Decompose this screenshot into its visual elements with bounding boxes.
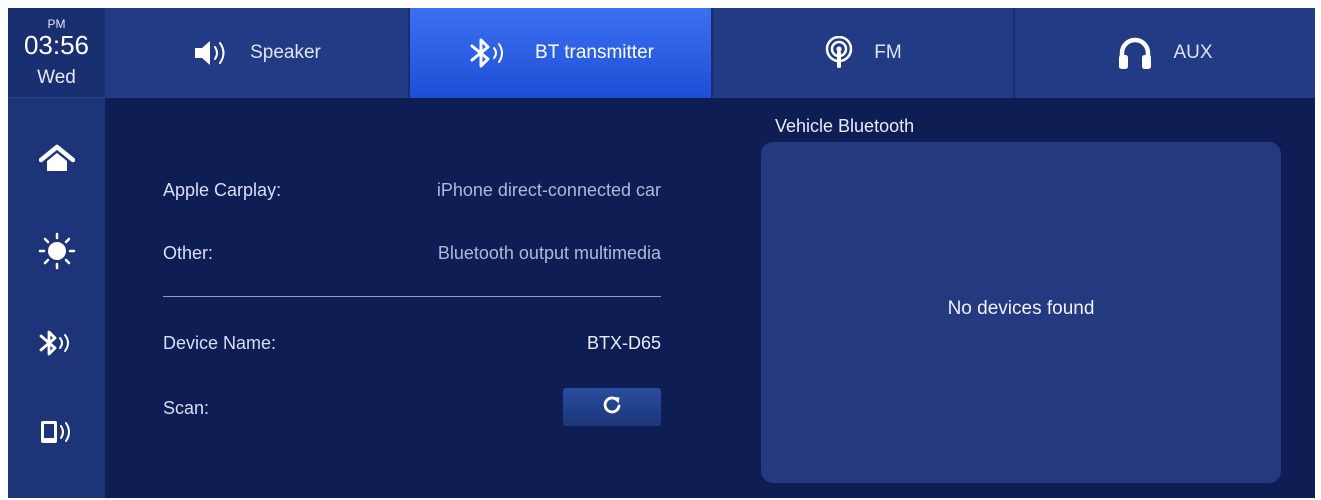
clock-ampm: PM <box>47 17 66 31</box>
scan-label: Scan: <box>163 398 210 418</box>
rail-home-button[interactable] <box>8 129 105 189</box>
phone-audio-icon <box>37 416 77 448</box>
clock-time: 03:56 <box>23 30 90 60</box>
audio-output-tabs: Speaker BT transmitter FM AUX <box>105 8 1315 98</box>
vehicle-bluetooth-title: Vehicle Bluetooth <box>775 116 915 136</box>
side-rail: PM 03:56 Wed <box>8 8 105 498</box>
tab-speaker[interactable]: Speaker <box>105 8 410 98</box>
bt-transmitter-screen: PM 03:56 Wed Speaker BT transmitter FM A… <box>8 8 1315 498</box>
radio-icon <box>824 36 854 70</box>
no-devices-message: No devices found <box>947 298 1095 319</box>
other-value: Bluetooth output multimedia <box>437 243 661 263</box>
rail-phone-audio-button[interactable] <box>8 402 105 462</box>
headphones-icon <box>1117 36 1153 70</box>
clock-day: Wed <box>37 67 76 88</box>
tab-aux-label: AUX <box>1173 42 1213 63</box>
brightness-icon <box>38 232 76 270</box>
rail-brightness-button[interactable] <box>8 221 105 281</box>
home-icon <box>38 144 75 174</box>
refresh-icon <box>602 395 622 420</box>
device-name-value: BTX-D65 <box>586 333 661 353</box>
tab-fm-label: FM <box>874 42 902 63</box>
tab-fm[interactable]: FM <box>713 8 1015 98</box>
rail-bluetooth-button[interactable] <box>8 313 105 373</box>
scan-button[interactable] <box>563 388 661 426</box>
bluetooth-icon <box>37 328 77 358</box>
bluetooth-icon <box>467 37 515 69</box>
other-label: Other: <box>163 243 214 263</box>
tab-speaker-label: Speaker <box>250 42 321 63</box>
vehicle-bluetooth-device-list: No devices found <box>761 142 1281 483</box>
apple-carplay-label: Apple Carplay: <box>163 180 282 200</box>
device-name-label: Device Name: <box>163 333 277 353</box>
tab-bt-transmitter[interactable]: BT transmitter <box>410 8 713 98</box>
apple-carplay-value: iPhone direct-connected car <box>436 180 661 200</box>
tab-bt-transmitter-label: BT transmitter <box>535 42 654 63</box>
divider <box>163 296 661 297</box>
tab-aux[interactable]: AUX <box>1015 8 1315 98</box>
speaker-icon <box>192 38 230 68</box>
status-clock: PM 03:56 Wed <box>8 8 105 98</box>
